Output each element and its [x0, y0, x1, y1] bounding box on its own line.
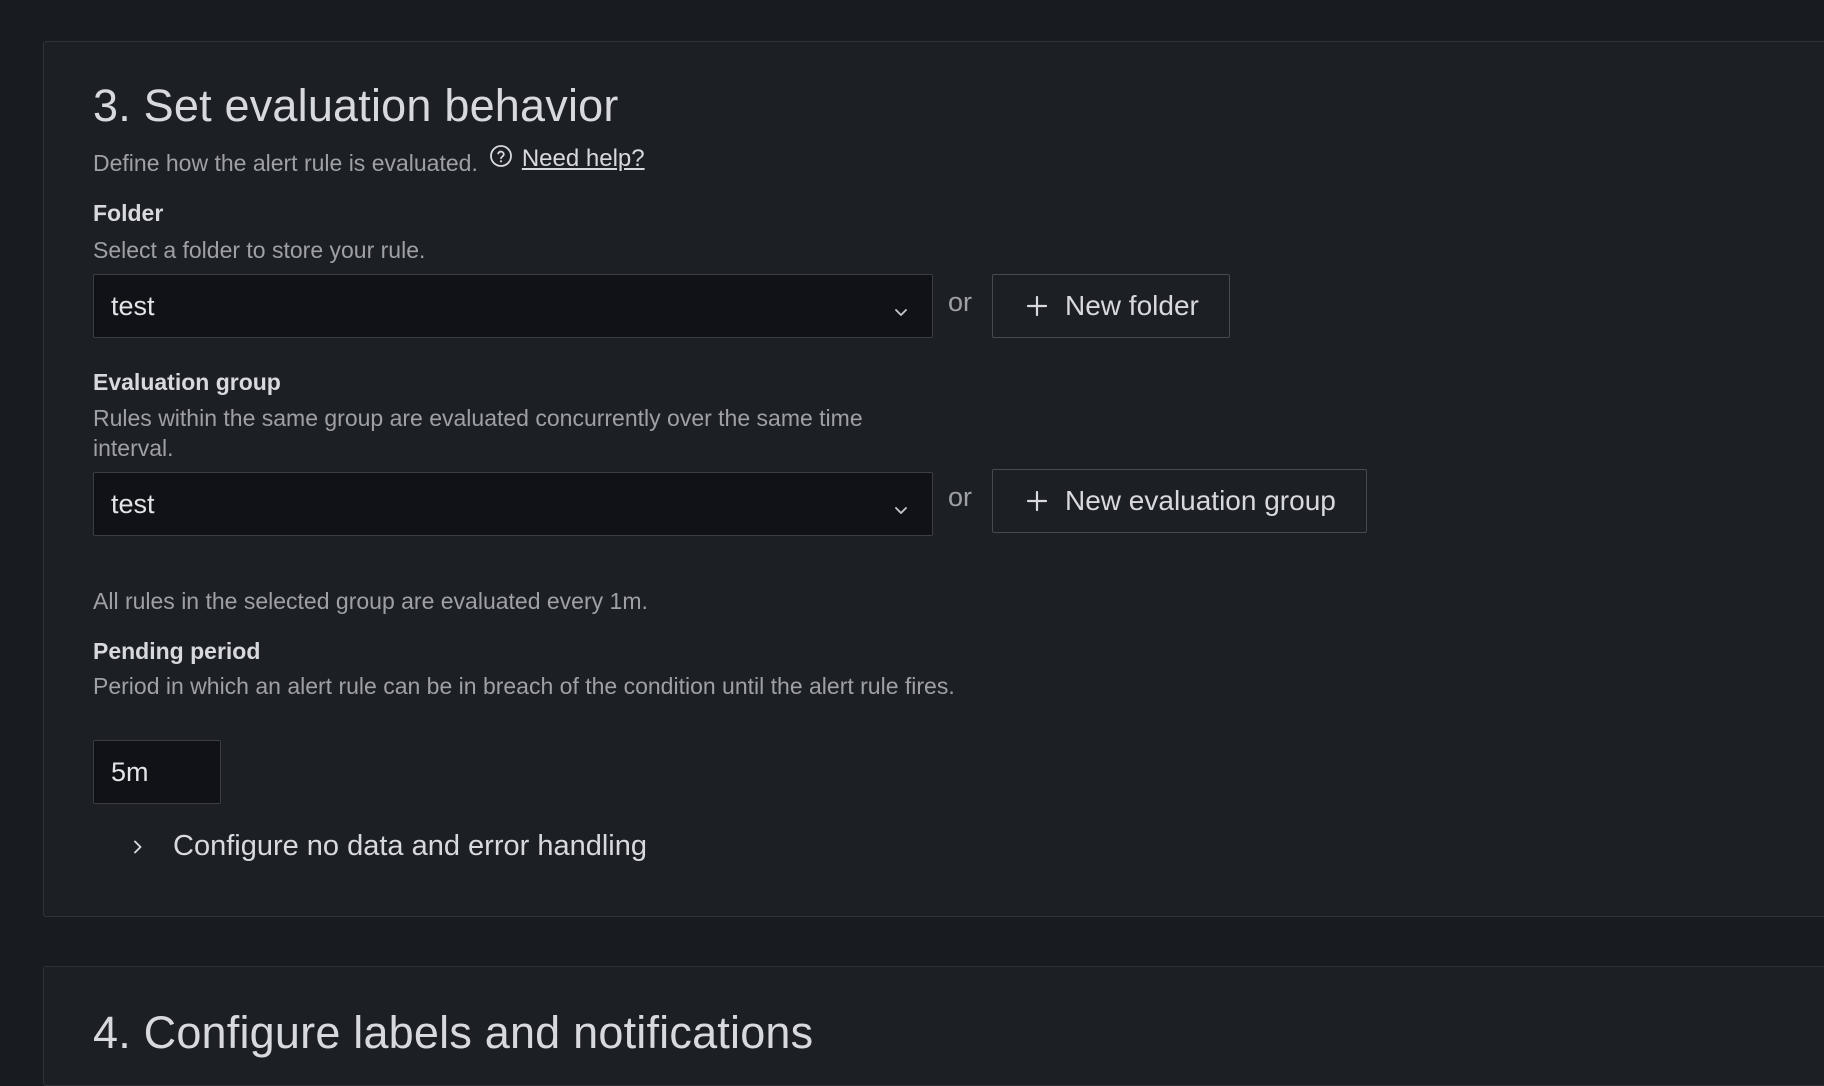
folder-select[interactable]: test — [93, 274, 933, 338]
folder-select-value: test — [111, 290, 155, 321]
labels-notifications-section: 4. Configure labels and notifications — [43, 966, 1824, 1086]
pending-period-description: Period in which an alert rule can be in … — [93, 673, 955, 699]
new-folder-label: New folder — [1065, 290, 1199, 321]
chevron-down-icon — [892, 297, 910, 328]
chevron-down-icon — [892, 495, 910, 526]
pending-period-label: Pending period — [93, 638, 261, 664]
pending-period-input[interactable]: 5m — [93, 740, 221, 804]
section-description: Define how the alert rule is evaluated. — [93, 150, 478, 176]
configure-no-data-toggle[interactable]: Configure no data and error handling — [129, 830, 647, 863]
new-folder-button[interactable]: New folder — [992, 274, 1230, 338]
chevron-right-icon — [129, 838, 147, 856]
evaluation-interval-info: All rules in the selected group are eval… — [93, 588, 648, 614]
section-description-row: Define how the alert rule is evaluated. … — [93, 145, 645, 177]
evaluation-group-label: Evaluation group — [93, 369, 281, 395]
section-title: 4. Configure labels and notifications — [93, 1007, 814, 1058]
new-evaluation-group-label: New evaluation group — [1065, 485, 1336, 516]
evaluation-group-or-text: or — [948, 482, 973, 512]
configure-no-data-label: Configure no data and error handling — [173, 830, 647, 862]
need-help-link[interactable]: Need help? — [522, 145, 645, 173]
evaluation-group-description: Rules within the same group are evaluate… — [93, 405, 863, 461]
help-link-group[interactable]: Need help? — [489, 144, 645, 174]
evaluation-group-select-value: test — [111, 488, 155, 519]
folder-or-text: or — [948, 287, 973, 317]
section-title: 3. Set evaluation behavior — [93, 80, 619, 131]
plus-icon — [1025, 489, 1049, 513]
folder-description: Select a folder to store your rule. — [93, 237, 426, 263]
pending-period-value: 5m — [111, 756, 149, 787]
plus-icon — [1025, 294, 1049, 318]
new-evaluation-group-button[interactable]: New evaluation group — [992, 469, 1367, 533]
folder-label: Folder — [93, 200, 164, 226]
evaluation-behavior-section: 3. Set evaluation behavior Define how th… — [43, 41, 1824, 917]
evaluation-group-select[interactable]: test — [93, 472, 933, 536]
question-circle-icon — [489, 144, 513, 174]
